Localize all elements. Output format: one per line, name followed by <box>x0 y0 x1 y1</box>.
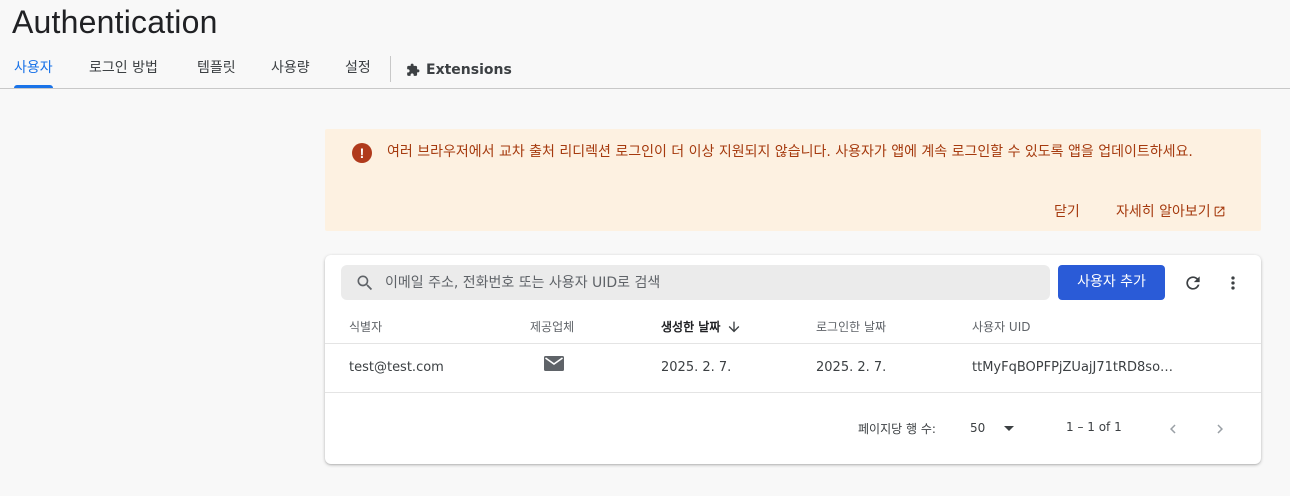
tab-settings[interactable]: 설정 <box>345 52 371 88</box>
column-header-provider[interactable]: 제공업체 <box>530 318 574 335</box>
search-input[interactable] <box>385 265 1025 300</box>
tab-usage[interactable]: 사용량 <box>271 52 310 88</box>
header-divider <box>325 343 1261 344</box>
add-user-button[interactable]: 사용자 추가 <box>1058 265 1165 300</box>
rows-per-page-value: 50 <box>970 421 986 435</box>
row-divider <box>325 392 1261 393</box>
previous-page-button[interactable] <box>1159 415 1187 443</box>
tab-extensions-label: Extensions <box>426 62 512 78</box>
column-header-identifier[interactable]: 식별자 <box>349 318 382 335</box>
chevron-right-icon <box>1217 424 1223 434</box>
cell-identifier: test@test.com <box>349 360 444 375</box>
column-header-uid[interactable]: 사용자 UID <box>972 318 1031 335</box>
chevron-left-icon <box>1170 424 1176 434</box>
tab-templates[interactable]: 템플릿 <box>197 52 236 88</box>
more-options-button[interactable] <box>1219 269 1247 297</box>
pagination-range: 1 – 1 of 1 <box>1066 420 1122 434</box>
puzzle-icon <box>407 63 420 76</box>
search-box[interactable] <box>341 265 1050 300</box>
learn-more-link[interactable]: 자세히 알아보기 <box>1116 201 1226 221</box>
cell-uid: ttMyFqBOPFPjZUajJ71tRD8so… <box>972 360 1172 375</box>
chevron-down-icon <box>1004 426 1014 431</box>
error-icon: ! <box>352 143 372 163</box>
deprecation-banner: ! 여러 브라우저에서 교차 출처 리디렉션 로그인이 더 이상 지원되지 않습… <box>325 129 1261 231</box>
more-vert-icon <box>1231 276 1235 290</box>
open-in-new-icon <box>1214 206 1224 216</box>
refresh-button[interactable] <box>1179 269 1207 297</box>
refresh-icon <box>1186 276 1200 290</box>
email-icon <box>544 356 564 371</box>
column-header-signed-in[interactable]: 로그인한 날짜 <box>816 318 886 335</box>
tab-sign-in-method[interactable]: 로그인 방법 <box>89 52 158 88</box>
column-header-created[interactable]: 생성한 날짜 <box>661 318 742 335</box>
rows-per-page-select[interactable]: 50 <box>970 415 1020 441</box>
rows-per-page-label: 페이지당 행 수: <box>858 422 936 436</box>
learn-more-label: 자세히 알아보기 <box>1116 204 1211 220</box>
tab-bar: 사용자 로그인 방법 템플릿 사용량 설정 Extensions <box>0 52 1290 89</box>
page-title: Authentication <box>12 4 218 40</box>
cell-created: 2025. 2. 7. <box>661 360 732 375</box>
cell-signed-in: 2025. 2. 7. <box>816 360 887 375</box>
banner-message: 여러 브라우저에서 교차 출처 리디렉션 로그인이 더 이상 지원되지 않습니다… <box>387 144 1193 160</box>
tab-users[interactable]: 사용자 <box>14 52 53 88</box>
column-header-created-label: 생성한 날짜 <box>661 320 721 334</box>
tab-divider <box>390 56 391 82</box>
next-page-button[interactable] <box>1206 415 1234 443</box>
arrow-down-icon <box>729 321 740 332</box>
users-card: 사용자 추가 식별자 제공업체 생성한 날짜 로그인한 날짜 사용자 UID t… <box>325 255 1261 464</box>
search-icon <box>357 275 373 291</box>
tab-extensions[interactable]: Extensions <box>406 52 512 88</box>
dismiss-button[interactable]: 닫기 <box>1054 201 1080 221</box>
